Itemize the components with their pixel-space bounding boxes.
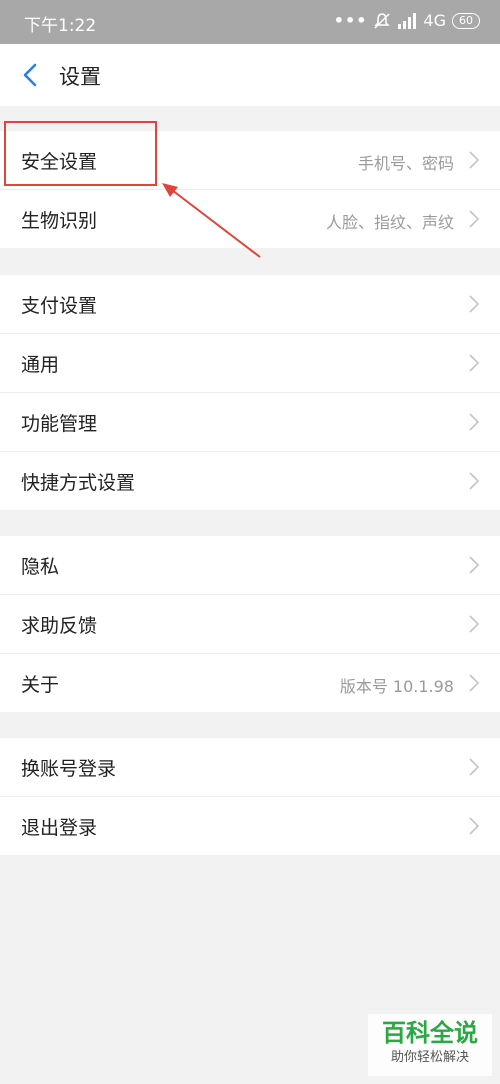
chevron-right-icon <box>469 817 480 835</box>
chevron-right-icon <box>469 413 480 431</box>
back-icon[interactable] <box>16 60 46 90</box>
settings-row-switch-account[interactable]: 换账号登录 <box>0 738 500 797</box>
settings-row-feature-management[interactable]: 功能管理 <box>0 393 500 452</box>
chevron-right-icon <box>469 151 480 169</box>
chevron-right-icon <box>469 472 480 490</box>
settings-row-logout[interactable]: 退出登录 <box>0 797 500 855</box>
row-value: 人脸、指纹、声纹 <box>325 213 454 232</box>
header: 设置 <box>0 44 500 106</box>
settings-group-account-actions: 换账号登录 退出登录 <box>0 738 500 855</box>
watermark-title: 百科全说 <box>382 1019 478 1047</box>
row-label: 功能管理 <box>21 413 98 435</box>
row-label: 退出登录 <box>21 817 98 839</box>
settings-row-help-feedback[interactable]: 求助反馈 <box>0 595 500 654</box>
chevron-right-icon <box>469 295 480 313</box>
chevron-right-icon <box>469 556 480 574</box>
row-value: 手机号、密码 <box>357 154 454 173</box>
row-value: 版本号 10.1.98 <box>339 677 454 696</box>
mute-bell-icon <box>374 12 391 29</box>
watermark-logo: 百科全说 助你轻松解决 <box>368 1014 492 1076</box>
annotation-arrow-icon <box>162 183 261 258</box>
row-label: 支付设置 <box>21 295 98 317</box>
settings-row-payment[interactable]: 支付设置 <box>0 275 500 334</box>
settings-row-general[interactable]: 通用 <box>0 334 500 393</box>
network-type: 4G <box>423 11 446 30</box>
annotation-highlight-box <box>4 121 157 186</box>
battery-icon: 60 <box>452 12 480 29</box>
row-label: 求助反馈 <box>21 615 98 637</box>
settings-row-about[interactable]: 关于 版本号 10.1.98 <box>0 654 500 712</box>
notification-dots-icon: ••• <box>333 11 368 30</box>
chevron-right-icon <box>469 615 480 633</box>
page-title: 设置 <box>59 65 101 89</box>
row-label: 通用 <box>21 354 60 376</box>
signal-icon <box>398 12 417 29</box>
settings-group-privacy-help: 隐私 求助反馈 关于 版本号 10.1.98 <box>0 536 500 712</box>
row-label: 快捷方式设置 <box>21 472 136 494</box>
row-label: 生物识别 <box>21 210 98 232</box>
watermark-subtitle: 助你轻松解决 <box>390 1050 469 1065</box>
chevron-right-icon <box>469 210 480 228</box>
settings-row-privacy[interactable]: 隐私 <box>0 536 500 595</box>
chevron-right-icon <box>469 674 480 692</box>
row-label: 关于 <box>21 674 60 696</box>
settings-group-general: 支付设置 通用 功能管理 快捷方式设置 <box>0 275 500 510</box>
status-icons: ••• 4G 60 <box>334 11 480 30</box>
chevron-right-icon <box>469 354 480 372</box>
status-time: 下午1:22 <box>24 16 97 36</box>
status-bar: 下午1:22 ••• 4G 60 <box>0 0 500 44</box>
chevron-right-icon <box>469 758 480 776</box>
row-label: 换账号登录 <box>21 758 117 780</box>
row-label: 隐私 <box>21 556 60 578</box>
settings-row-shortcuts[interactable]: 快捷方式设置 <box>0 452 500 510</box>
